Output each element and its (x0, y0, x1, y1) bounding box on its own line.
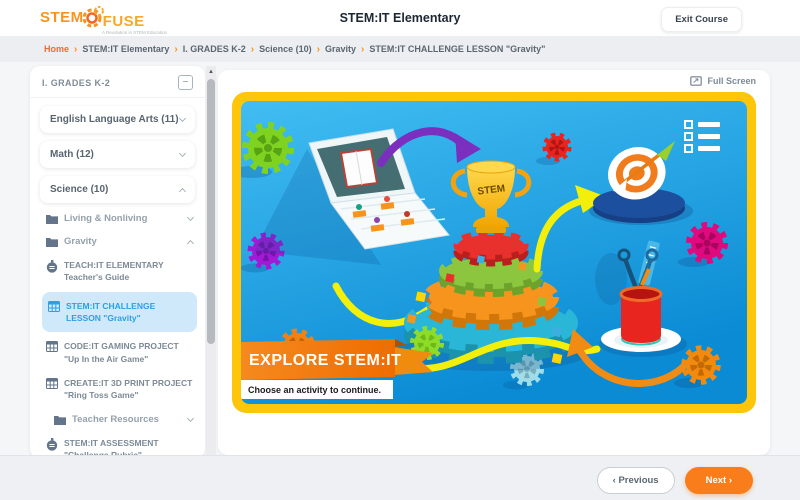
folder-gravity[interactable]: Gravity (42, 230, 197, 253)
pagination-footer: ‹ Previous Next › (0, 455, 800, 500)
app-header: STEM FUSE A Revolution in STEM Education… (0, 0, 800, 36)
lesson-createit-3d-print[interactable]: CREATE:IT 3D PRINT PROJECT "Ring Toss Ga… (42, 371, 197, 408)
sidebar-section-title: I. GRADES K-2 (42, 77, 111, 88)
chevron-down-icon (186, 213, 195, 222)
table-icon (46, 377, 58, 389)
breadcrumb-grade[interactable]: I. GRADES K-2 (183, 44, 246, 54)
previous-button[interactable]: ‹ Previous (596, 467, 675, 494)
lesson-stemit-assessment[interactable]: STEM:IT ASSESSMENT "Challenge Rubric" (42, 431, 197, 458)
breadcrumb: Home › STEM:IT Elementary › I. GRADES K-… (0, 36, 800, 62)
folder-teacher-resources[interactable]: Teacher Resources (42, 408, 197, 431)
breadcrumb-separator: › (361, 43, 365, 55)
lesson-content-panel: Full Screen STEM EXPLORE STEM:IT Choose … (218, 70, 770, 455)
breadcrumb-separator: › (74, 43, 78, 55)
chevron-down-icon (186, 414, 195, 422)
breadcrumb-home[interactable]: Home (44, 44, 69, 54)
breadcrumb-separator: › (174, 43, 178, 55)
pdf-round-icon (46, 260, 58, 273)
content-scrollbar[interactable]: ▲ (206, 66, 216, 455)
scrollbar-thumb[interactable] (207, 79, 215, 344)
pdf-round-icon (46, 437, 58, 451)
breadcrumb-separator: › (250, 43, 255, 55)
sidebar-item-science[interactable]: Science (10) (40, 176, 195, 203)
banner-caption: Choose an activity to continue. (248, 385, 381, 395)
table-icon (48, 300, 60, 312)
table-icon (46, 341, 58, 353)
breadcrumb-separator: › (316, 43, 320, 55)
fullscreen-button[interactable]: Full Screen (690, 76, 756, 86)
lesson-codeit-gaming-project[interactable]: CODE:IT GAMING PROJECT "Up In the Air Ga… (42, 334, 197, 371)
chevron-up-icon (178, 187, 187, 195)
chevron-down-icon (178, 149, 187, 158)
logo-tagline: A Revolution in STEM Education (102, 30, 168, 35)
lesson-stemit-challenge-gravity[interactable]: STEM:IT CHALLENGE LESSON "Gravity" (42, 291, 197, 333)
chevron-down-icon (178, 114, 187, 123)
course-navigation-sidebar: I. GRADES K-2 − English Language Arts (1… (30, 66, 205, 458)
sidebar-item-english-language-arts[interactable]: English Language Arts (11) (40, 106, 195, 133)
sidebar-item-math[interactable]: Math (12) (40, 141, 195, 168)
activity-illustration-frame: STEM EXPLORE STEM:IT Choose an activity … (232, 92, 756, 413)
next-button[interactable]: Next › (684, 467, 753, 494)
chevron-up-icon (186, 239, 195, 247)
fullscreen-icon (690, 76, 703, 86)
folder-living-nonliving[interactable]: Living & Nonliving (42, 207, 197, 230)
lesson-teachit-elementary[interactable]: TEACH:IT ELEMENTARY Teacher's Guide (42, 253, 197, 290)
scroll-up-arrow[interactable]: ▲ (206, 66, 216, 78)
exit-course-button[interactable]: Exit Course (661, 7, 742, 32)
breadcrumb-unit[interactable]: Gravity (325, 44, 356, 54)
breadcrumb-subject[interactable]: Science (10) (259, 44, 312, 54)
folder-icon (46, 238, 58, 247)
folder-icon (54, 415, 66, 425)
collapse-section-button[interactable]: − (178, 75, 193, 90)
breadcrumb-course[interactable]: STEM:IT Elementary (82, 44, 169, 54)
folder-icon (46, 215, 58, 224)
activity-illustration: STEM EXPLORE STEM:IT Choose an activity … (241, 101, 747, 404)
breadcrumb-current: STEM:IT CHALLENGE LESSON "Gravity" (369, 44, 546, 54)
banner-title: EXPLORE STEM:IT (249, 352, 401, 369)
